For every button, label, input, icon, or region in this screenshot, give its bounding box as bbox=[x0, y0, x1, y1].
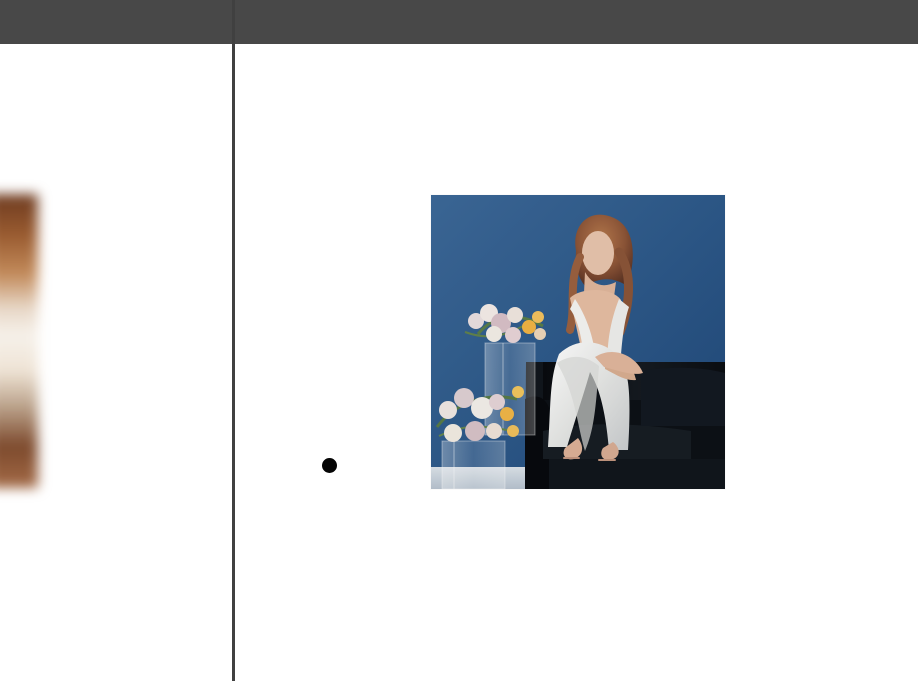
main-viewer-pane bbox=[235, 44, 918, 681]
photo-illustration bbox=[431, 195, 725, 489]
image-viewer-window bbox=[0, 0, 918, 681]
blurred-photo-thumbnail[interactable] bbox=[0, 194, 38, 488]
left-preview-pane bbox=[0, 44, 232, 681]
photo-preview[interactable] bbox=[431, 195, 725, 489]
dot-indicator bbox=[322, 458, 337, 473]
top-toolbar bbox=[0, 0, 918, 44]
